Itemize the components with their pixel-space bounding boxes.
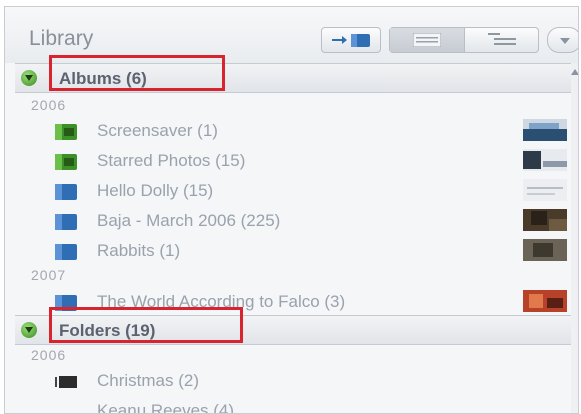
scroll-up-arrow-icon[interactable] bbox=[571, 69, 578, 75]
album-icon bbox=[55, 214, 77, 230]
folder-label: Keanu Reeves (4) bbox=[97, 401, 235, 414]
year-heading: 2006 bbox=[31, 347, 67, 363]
album-thumbnail bbox=[523, 119, 567, 141]
list-view-icon bbox=[413, 33, 441, 47]
tree-view-icon bbox=[488, 33, 516, 45]
view-toggle bbox=[389, 27, 539, 53]
album-thumbnail bbox=[523, 290, 567, 312]
scrollbar[interactable] bbox=[571, 63, 578, 413]
folder-item-christmas[interactable]: Christmas (2) bbox=[47, 369, 567, 395]
tree-view-button[interactable] bbox=[465, 28, 539, 52]
album-thumbnail bbox=[523, 239, 567, 261]
album-label: Baja - March 2006 (225) bbox=[97, 211, 281, 230]
library-panel: Library Albums (6) 2006 Screensaver (1) … bbox=[4, 6, 579, 414]
album-label: Screensaver (1) bbox=[97, 121, 218, 140]
album-label: Hello Dolly (15) bbox=[97, 181, 214, 200]
album-item-baja-march-2006[interactable]: Baja - March 2006 (225) bbox=[47, 209, 567, 235]
disclosure-triangle-icon[interactable] bbox=[21, 322, 37, 338]
album-item-rabbits[interactable]: Rabbits (1) bbox=[47, 239, 567, 265]
list-view-button[interactable] bbox=[390, 28, 465, 52]
folder-label: Christmas (2) bbox=[97, 371, 200, 390]
disclosure-triangle-icon[interactable] bbox=[21, 70, 37, 86]
import-album-icon bbox=[332, 34, 370, 47]
album-thumbnail bbox=[523, 179, 567, 201]
panel-options-button[interactable] bbox=[547, 27, 578, 53]
chevron-down-icon bbox=[560, 38, 570, 44]
smart-album-icon bbox=[55, 124, 77, 140]
album-item-starred-photos[interactable]: Starred Photos (15) bbox=[47, 149, 567, 175]
smart-album-icon bbox=[55, 154, 77, 170]
album-icon bbox=[55, 184, 77, 200]
album-item-hello-dolly[interactable]: Hello Dolly (15) bbox=[47, 179, 567, 205]
album-label: Starred Photos (15) bbox=[97, 151, 246, 170]
library-title: Library bbox=[29, 27, 94, 50]
album-thumbnail bbox=[523, 149, 567, 171]
folders-highlight-box bbox=[49, 307, 243, 343]
album-icon bbox=[55, 244, 77, 260]
album-label: Rabbits (1) bbox=[97, 241, 181, 260]
album-thumbnail bbox=[523, 209, 567, 231]
folder-item-keanu-reeves[interactable]: Keanu Reeves (4) bbox=[47, 399, 567, 414]
year-heading: 2006 bbox=[31, 97, 67, 113]
album-item-screensaver[interactable]: Screensaver (1) bbox=[47, 119, 567, 145]
year-heading: 2007 bbox=[31, 267, 67, 283]
albums-highlight-box bbox=[49, 55, 225, 91]
import-album-button[interactable] bbox=[321, 27, 381, 53]
folder-icon bbox=[55, 376, 77, 388]
